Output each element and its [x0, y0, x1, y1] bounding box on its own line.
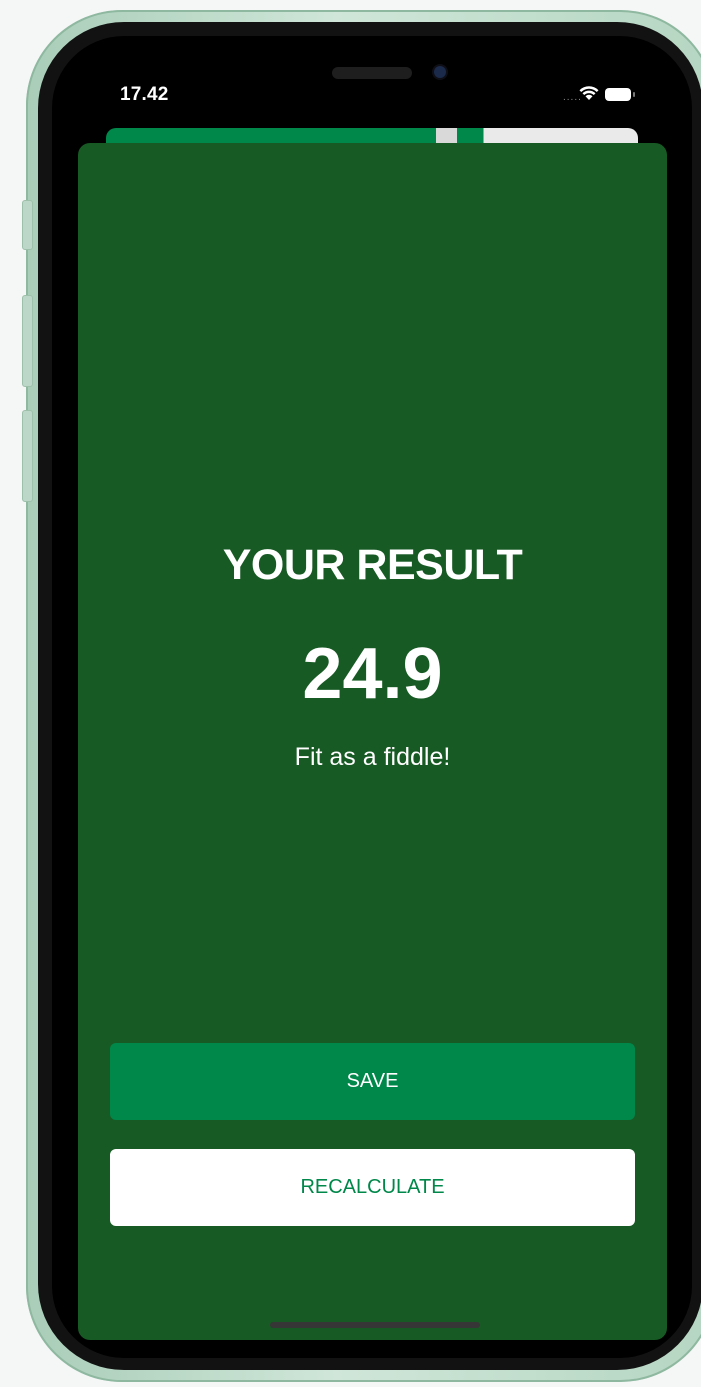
mute-switch: [22, 200, 33, 250]
result-message: Fit as a fiddle!: [294, 743, 451, 771]
battery-icon: [605, 88, 635, 101]
result-sheet: YOUR RESULT 24.9 Fit as a fiddle! SAVE R…: [78, 143, 667, 1340]
result-value: 24.9: [302, 634, 443, 714]
recalculate-button[interactable]: RECALCULATE: [110, 1149, 635, 1226]
status-time: 17.42: [120, 84, 169, 105]
result-title: YOUR RESULT: [222, 541, 523, 589]
save-button[interactable]: SAVE: [110, 1043, 635, 1120]
front-camera: [434, 66, 446, 78]
wifi-icon: [579, 86, 599, 100]
notch: [200, 55, 540, 111]
earpiece-speaker: [332, 67, 412, 79]
home-indicator[interactable]: [270, 1322, 480, 1328]
save-button-label: SAVE: [346, 1070, 399, 1092]
recalculate-button-label: RECALCULATE: [300, 1176, 445, 1198]
volume-up-button: [22, 295, 33, 387]
volume-down-button: [22, 410, 33, 502]
